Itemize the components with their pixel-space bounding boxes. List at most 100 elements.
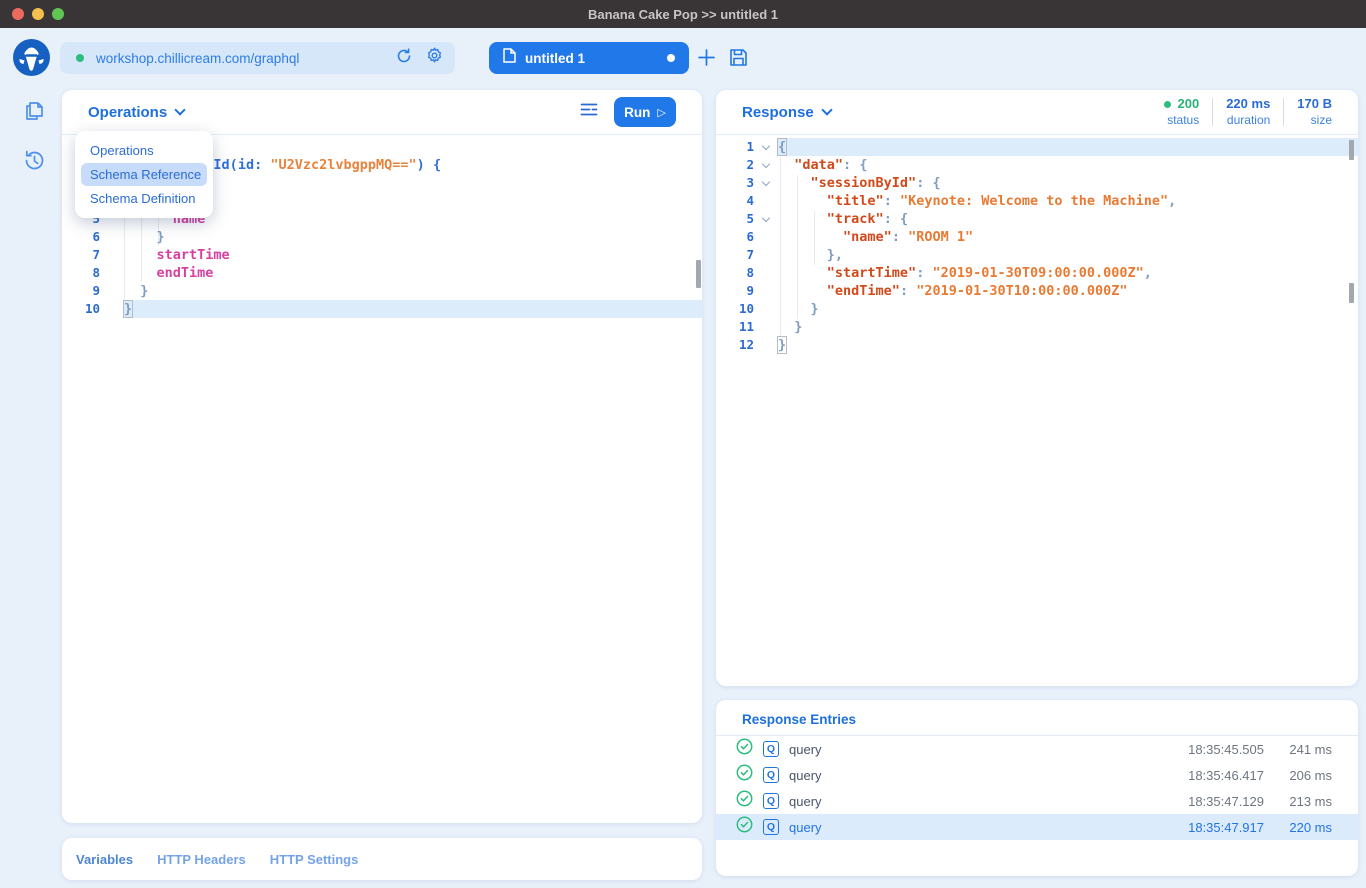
chevron-down-icon	[175, 104, 186, 115]
chevron-down-icon	[821, 104, 832, 115]
endpoint-url-field[interactable]: workshop.chillicream.com/graphql	[60, 42, 455, 74]
sidebar-history-icon[interactable]	[21, 147, 48, 179]
entry-duration: 220 ms	[1274, 820, 1332, 835]
response-entry-row[interactable]: Q query 18:35:47.917 220 ms	[716, 814, 1358, 840]
entry-operation-label: query	[789, 794, 822, 809]
entry-timestamp: 18:35:47.129	[1188, 794, 1264, 809]
line-number: 1	[716, 138, 754, 156]
operations-panel: Operations Run ▷ 1query {2 sessionById(i…	[62, 90, 702, 823]
line-number: 10	[62, 300, 100, 318]
response-view-selector[interactable]: Response	[742, 104, 831, 121]
editor-scrollbar-thumb[interactable]	[696, 260, 701, 288]
query-type-badge: Q	[763, 741, 779, 757]
fold-chevron-icon[interactable]	[762, 141, 770, 149]
refresh-schema-icon[interactable]	[396, 48, 412, 69]
connection-settings-gear-icon[interactable]	[426, 47, 443, 69]
response-panel: Response 200 status 220 ms duration 170 …	[716, 90, 1358, 686]
document-tab-untitled-1[interactable]: untitled 1	[489, 42, 689, 74]
line-number: 9	[62, 282, 100, 300]
duration-value: 220 ms	[1226, 96, 1270, 112]
run-button[interactable]: Run ▷	[614, 97, 676, 127]
editor-scrollbar-thumb[interactable]	[1349, 283, 1354, 303]
sidebar-documents-icon[interactable]	[21, 97, 48, 129]
fold-chevron-icon[interactable]	[762, 177, 770, 185]
close-window-button[interactable]	[12, 8, 24, 20]
line-number: 4	[716, 192, 754, 210]
size-value: 170 B	[1297, 96, 1332, 112]
window-titlebar: Banana Cake Pop >> untitled 1	[0, 0, 1366, 28]
line-number: 2	[716, 156, 754, 174]
query-type-badge: Q	[763, 819, 779, 835]
response-entries-header: Response Entries	[742, 712, 856, 727]
status-code-value: 200	[1164, 96, 1200, 112]
line-number: 5	[716, 210, 754, 228]
endpoint-url[interactable]: workshop.chillicream.com/graphql	[96, 51, 396, 66]
code-line: 8 endTime	[62, 264, 702, 282]
minimize-window-button[interactable]	[32, 8, 44, 20]
code-line: 6 }	[62, 228, 702, 246]
window-title: Banana Cake Pop >> untitled 1	[588, 7, 778, 22]
connection-status-dot	[76, 54, 84, 62]
response-entries-panel: Response Entries Q query 18:35:45.505 24…	[716, 700, 1358, 876]
entry-timestamp: 18:35:45.505	[1188, 742, 1264, 757]
response-code-viewer[interactable]: 1{2 "data": {3 "sessionById": {4 "title"…	[716, 135, 1358, 354]
entry-timestamp: 18:35:46.417	[1188, 768, 1264, 783]
status-label: status	[1167, 113, 1199, 128]
new-document-plus-icon[interactable]	[697, 48, 716, 72]
code-line: 3 "sessionById": {	[716, 174, 1358, 192]
line-number: 7	[716, 246, 754, 264]
line-number: 3	[716, 174, 754, 192]
line-number: 8	[716, 264, 754, 282]
query-type-badge: Q	[763, 767, 779, 783]
line-number: 9	[716, 282, 754, 300]
response-header-label: Response	[742, 104, 814, 121]
entry-operation-label: query	[789, 820, 822, 835]
code-line: 7 },	[716, 246, 1358, 264]
entry-duration: 241 ms	[1274, 742, 1332, 757]
line-number: 10	[716, 300, 754, 318]
operations-view-selector[interactable]: Operations	[88, 104, 184, 121]
response-entry-row[interactable]: Q query 18:35:47.129 213 ms	[716, 788, 1358, 814]
success-check-icon	[736, 816, 753, 838]
duration-label: duration	[1227, 113, 1270, 128]
dropdown-item-operations[interactable]: Operations	[81, 139, 207, 162]
line-number: 8	[62, 264, 100, 282]
operations-view-dropdown: OperationsSchema ReferenceSchema Definit…	[75, 131, 213, 218]
unsaved-changes-dot	[667, 54, 675, 62]
code-line: 10 }	[716, 300, 1358, 318]
response-entry-row[interactable]: Q query 18:35:45.505 241 ms	[716, 736, 1358, 762]
maximize-window-button[interactable]	[52, 8, 64, 20]
save-document-icon[interactable]	[729, 48, 748, 72]
query-type-badge: Q	[763, 793, 779, 809]
dropdown-item-schema-reference[interactable]: Schema Reference	[81, 163, 207, 186]
tab-http-headers[interactable]: HTTP Headers	[157, 852, 246, 867]
status-ok-dot	[1164, 101, 1171, 108]
entry-duration: 206 ms	[1274, 768, 1332, 783]
banana-cake-pop-logo[interactable]	[13, 39, 50, 76]
response-entry-row[interactable]: Q query 18:35:46.417 206 ms	[716, 762, 1358, 788]
fold-chevron-icon[interactable]	[762, 213, 770, 221]
document-icon	[503, 48, 516, 68]
code-line: 10}	[62, 300, 702, 318]
line-number: 6	[716, 228, 754, 246]
success-check-icon	[736, 764, 753, 786]
success-check-icon	[736, 738, 753, 760]
line-number: 6	[62, 228, 100, 246]
code-line: 6 "name": "ROOM 1"	[716, 228, 1358, 246]
traffic-lights	[12, 8, 64, 20]
dropdown-item-schema-definition[interactable]: Schema Definition	[81, 187, 207, 210]
tab-http-settings[interactable]: HTTP Settings	[270, 852, 359, 867]
code-line: 1{	[716, 138, 1358, 156]
code-line: 11 }	[716, 318, 1358, 336]
code-line: 12}	[716, 336, 1358, 354]
code-line: 9 }	[62, 282, 702, 300]
entry-timestamp: 18:35:47.917	[1188, 820, 1264, 835]
tab-variables[interactable]: Variables	[76, 852, 133, 867]
code-line: 8 "startTime": "2019-01-30T09:00:00.000Z…	[716, 264, 1358, 282]
line-number: 11	[716, 318, 754, 336]
success-check-icon	[736, 790, 753, 812]
response-stats: 200 status 220 ms duration 170 B size	[1164, 96, 1333, 127]
fold-chevron-icon[interactable]	[762, 159, 770, 167]
code-line: 7 startTime	[62, 246, 702, 264]
prettify-operations-icon[interactable]	[580, 102, 598, 122]
